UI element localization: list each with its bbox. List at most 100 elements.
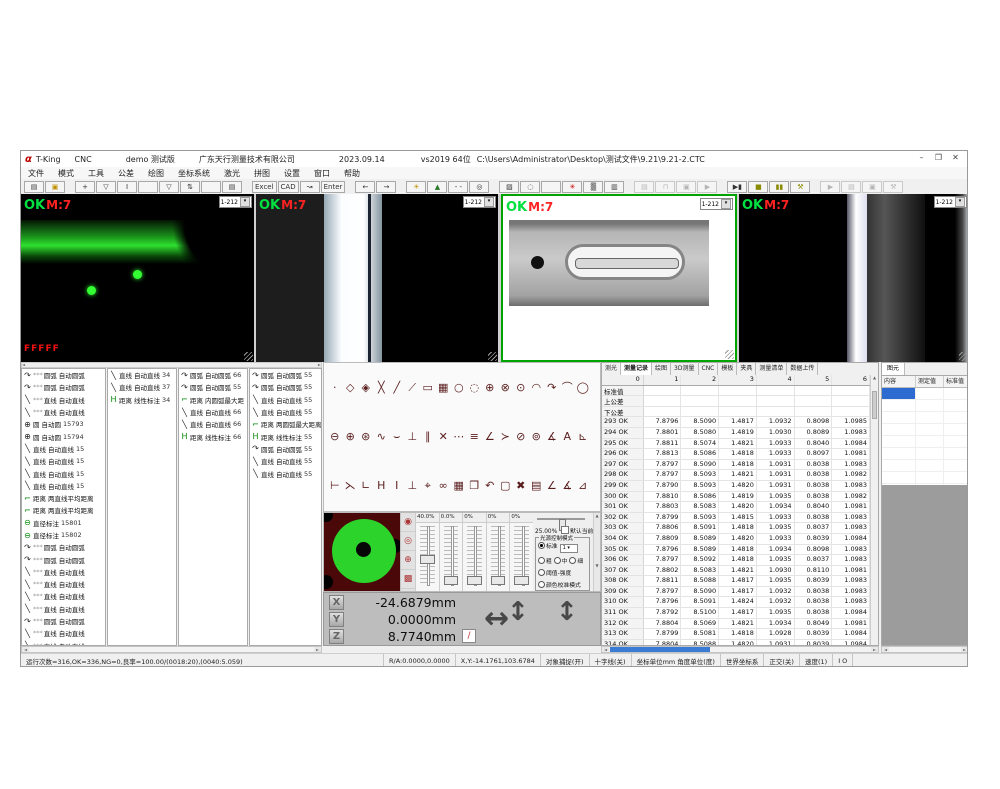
scroll-left-icon[interactable]: ◄ xyxy=(602,647,609,652)
table-tool-icon[interactable]: ▤ xyxy=(529,478,545,494)
list-item[interactable]: ↷***圆弧自动圆弧 xyxy=(22,615,105,627)
list-item[interactable]: ╲直线自动直线37 xyxy=(108,381,176,393)
delete-tool-icon[interactable]: ✖ xyxy=(513,478,529,494)
light-slider-1[interactable]: 40.0% xyxy=(415,513,439,591)
arrow-left-button[interactable]: ← xyxy=(355,181,375,193)
list-item[interactable]: ↷***圆弧自动圆弧 xyxy=(22,541,105,553)
list-item[interactable]: ╲直线自动直线15 xyxy=(22,467,105,479)
wheel-tool-icon[interactable]: ⊕ xyxy=(343,429,359,445)
element-row[interactable] xyxy=(882,460,968,472)
list-item[interactable]: ╲直线自动直线55 xyxy=(250,394,321,406)
camera-panel-1[interactable]: FFFFF OKM:7 1-212 ▾ xyxy=(21,194,254,362)
table-row[interactable]: 309 OK7.87978.50901.48171.09320.80381.09… xyxy=(602,587,870,598)
light-slider-5[interactable]: 0% xyxy=(509,513,533,591)
list-item[interactable]: ╲直线自动直线15 xyxy=(22,443,105,455)
star-mark-button[interactable]: ✳ xyxy=(562,181,582,193)
point-tool-icon[interactable]: · xyxy=(327,380,343,396)
list-item[interactable]: H距离线性标注55 xyxy=(250,430,321,442)
radio-fine[interactable] xyxy=(569,557,576,564)
save-button[interactable]: ▤ xyxy=(24,181,44,193)
list-item[interactable]: ⌐距离两圆弧最大距离 xyxy=(250,418,321,430)
light-panel-scrollbar[interactable]: ▲▼ xyxy=(593,513,600,591)
scroll-left-icon[interactable]: ◄ xyxy=(882,647,889,652)
play-3-button[interactable]: ▶ xyxy=(820,181,840,193)
tab-8[interactable]: 数据上传 xyxy=(787,363,818,375)
list-item[interactable]: ↷圆弧自动圆弧55 xyxy=(179,381,247,393)
dist-height-tool-icon[interactable]: I xyxy=(389,478,405,494)
angle3-tool-icon[interactable]: ⊾ xyxy=(575,429,591,445)
element-row[interactable] xyxy=(882,448,968,460)
pick-region-icon[interactable]: ◈ xyxy=(358,380,374,396)
list-item[interactable]: ╲直线自动直线55 xyxy=(250,467,321,479)
list-item[interactable]: ╲***直线自动直线 xyxy=(22,394,105,406)
table-row[interactable]: 302 OK7.87998.50931.48151.09330.80381.09… xyxy=(602,513,870,524)
menu-item-4[interactable]: 绘图 xyxy=(141,168,171,179)
master-light-slider[interactable] xyxy=(537,518,585,520)
tab-0[interactable]: 测光 xyxy=(602,363,621,375)
light-bulb-button[interactable]: ☀ xyxy=(406,181,426,193)
default-mode-checkbox[interactable] xyxy=(561,526,569,534)
menu-item-2[interactable]: 工具 xyxy=(81,168,111,179)
angle-x-tool-icon[interactable]: ∠ xyxy=(544,478,560,494)
dist-horizontal-tool-icon[interactable]: ⊢ xyxy=(327,478,343,494)
tool-blank-3-button[interactable] xyxy=(541,181,561,193)
resize-grip[interactable] xyxy=(725,350,734,359)
camera-4-range-select[interactable]: 1-212 ▾ xyxy=(934,196,967,208)
list-item[interactable]: ╲直线自动直线34 xyxy=(108,369,176,381)
list-item[interactable]: ↷圆弧自动圆弧66 xyxy=(179,369,247,381)
tab-2[interactable]: 绘图 xyxy=(652,363,671,375)
table-row[interactable]: 298 OK7.87978.50931.48211.09310.80381.09… xyxy=(602,470,870,481)
xy-jog-arrows-icon[interactable]: ↔ xyxy=(484,601,509,636)
list-item[interactable]: ⌐距离两直线平均距离 xyxy=(22,492,105,504)
circle-scan-tool-icon[interactable]: ◌ xyxy=(467,380,483,396)
scroll-right-icon[interactable]: ► xyxy=(871,647,878,652)
list-item[interactable]: ↷圆弧自动圆弧55 xyxy=(250,369,321,381)
rect-tool-icon[interactable]: ▭ xyxy=(420,380,436,396)
dist-diagonal-tool-icon[interactable]: ⋋ xyxy=(343,478,359,494)
zoom-search-button[interactable]: ◎ xyxy=(469,181,489,193)
slider-thumb[interactable] xyxy=(467,576,482,585)
pause-button[interactable]: ▮▮ xyxy=(769,181,789,193)
curve-fit-button[interactable]: ↝ xyxy=(300,181,320,193)
scroll-left-icon[interactable]: ◄ xyxy=(22,647,29,652)
link-tool-icon[interactable]: ∞ xyxy=(436,478,452,494)
element-row[interactable] xyxy=(882,400,968,412)
y-jog-arrows-icon[interactable]: ↕ xyxy=(507,597,529,627)
light-slider-3[interactable]: 0% xyxy=(462,513,486,591)
edge-beam-button[interactable]: Ⅰ xyxy=(117,181,137,193)
calculator-tool-icon[interactable]: ▦ xyxy=(451,478,467,494)
parallel-tool-icon[interactable]: ∥ xyxy=(420,429,436,445)
table-row[interactable]: 306 OK7.87978.50921.48181.09350.80371.09… xyxy=(602,555,870,566)
list-item[interactable]: ╲***直线自动直线 xyxy=(22,406,105,418)
rect-grid-tool-icon[interactable]: ▦ xyxy=(436,380,452,396)
scrollbar-thumb[interactable] xyxy=(610,647,710,652)
triple-line-tool-icon[interactable]: ≡ xyxy=(467,429,483,445)
line-angle-tool-icon[interactable]: ⟋ xyxy=(405,380,421,396)
menu-item-1[interactable]: 模式 xyxy=(51,168,81,179)
table-row[interactable]: 312 OK7.88048.50691.48211.09340.80491.09… xyxy=(602,619,870,630)
perpendicular-tool-icon[interactable]: ⊥ xyxy=(405,429,421,445)
copy-tool-icon[interactable]: ❐ xyxy=(467,478,483,494)
list-item[interactable]: H距离线性标注66 xyxy=(179,430,247,442)
tab-5[interactable]: 模板 xyxy=(718,363,737,375)
stage-jog-button[interactable]: + xyxy=(75,181,95,193)
cad-export-button[interactable]: CAD xyxy=(278,181,299,193)
menu-item-5[interactable]: 坐标系统 xyxy=(171,168,217,179)
excel-export-button[interactable]: Excel xyxy=(252,181,277,193)
ring-light-icon[interactable]: ◉ xyxy=(401,513,415,532)
table-row[interactable]: 301 OK7.88038.50831.48201.09340.80401.09… xyxy=(602,502,870,513)
rect-select-tool-icon[interactable]: ▢ xyxy=(498,478,514,494)
tab-4[interactable]: CNC xyxy=(699,363,719,375)
scroll-left-icon[interactable]: ◄ xyxy=(22,363,25,367)
table-row[interactable]: 294 OK7.88018.50801.48191.09300.80891.09… xyxy=(602,428,870,439)
dither-pattern-button[interactable]: ▒ xyxy=(583,181,603,193)
radio-medium[interactable] xyxy=(554,557,561,564)
lists-hscrollbar[interactable]: ◄ ► xyxy=(21,646,322,653)
table-row[interactable]: 314 OK7.88048.50881.48201.09310.80391.09… xyxy=(602,640,870,645)
dashes-button[interactable]: - - xyxy=(448,181,468,193)
camera-3-range-select[interactable]: 1-212 ▾ xyxy=(700,198,733,210)
table-row[interactable]: 310 OK7.87968.50911.48241.09320.80381.09… xyxy=(602,597,870,608)
table-row[interactable]: 303 OK7.88068.50911.48181.09350.80371.09… xyxy=(602,523,870,534)
table-row[interactable]: 299 OK7.87908.50931.48201.09310.80381.09… xyxy=(602,481,870,492)
dist-width-tool-icon[interactable]: H xyxy=(374,478,390,494)
